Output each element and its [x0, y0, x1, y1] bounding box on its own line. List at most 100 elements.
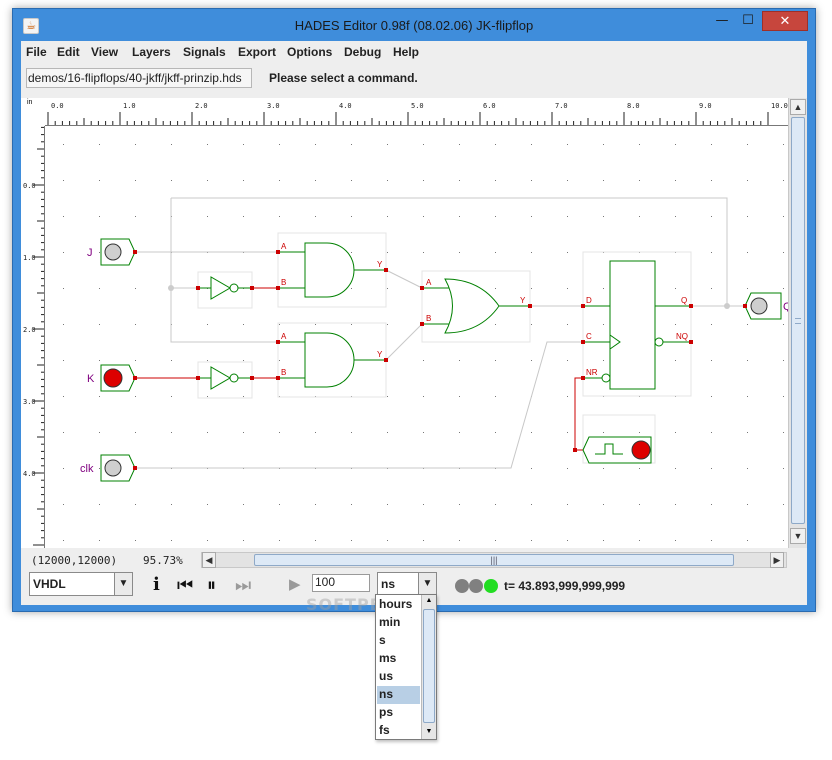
status-led-2: [469, 579, 483, 593]
close-button[interactable]: ✕: [762, 11, 808, 31]
time-unit-select[interactable]: ns ▼: [377, 572, 437, 596]
menu-view[interactable]: View: [91, 45, 118, 59]
dropdown-scroll-thumb[interactable]: [423, 609, 435, 723]
grid-dot: [639, 468, 640, 469]
and-gate-2[interactable]: [276, 332, 388, 388]
inverter-1[interactable]: [196, 276, 254, 300]
grid-dot: [783, 540, 784, 541]
grid-dot: [495, 180, 496, 181]
grid-dot: [279, 216, 280, 217]
input-switch-k[interactable]: [100, 364, 137, 392]
scroll-down-icon[interactable]: ▼: [790, 528, 806, 544]
grid-dot: [531, 144, 532, 145]
scroll-down-icon[interactable]: ▼: [422, 726, 436, 738]
option-ps[interactable]: ps: [377, 704, 420, 722]
rewind-icon[interactable]: ⏮: [177, 575, 193, 595]
grid-dot: [603, 288, 604, 289]
dropdown-scrollbar[interactable]: ▲ ▼: [421, 595, 436, 739]
horizontal-scroll-thumb[interactable]: |||: [254, 554, 734, 566]
chevron-down-icon[interactable]: ▼: [418, 573, 436, 595]
ruler-label: 0.0: [23, 182, 36, 190]
grid-dot: [279, 144, 280, 145]
active-wires: [135, 287, 583, 451]
reset-switch[interactable]: [573, 436, 652, 464]
menu-signals[interactable]: Signals: [183, 45, 226, 59]
grid-dot: [423, 180, 424, 181]
input-switch-j[interactable]: [100, 238, 137, 266]
title-bar[interactable]: ☕ HADES Editor 0.98f (08.02.06) JK-flipf…: [13, 9, 815, 41]
or-gate[interactable]: [420, 278, 532, 334]
horizontal-scrollbar[interactable]: ◀ ||| ▶: [201, 552, 787, 568]
scroll-right-icon[interactable]: ▶: [770, 552, 784, 568]
grid-dot: [459, 216, 460, 217]
language-select[interactable]: VHDL ▼: [29, 572, 133, 596]
ff-port-nq: NQ: [676, 332, 688, 341]
menu-debug[interactable]: Debug: [344, 45, 381, 59]
grid-dot: [99, 180, 100, 181]
grid-dot: [675, 324, 676, 325]
run-steps-input[interactable]: 100: [312, 574, 370, 592]
menu-help[interactable]: Help: [393, 45, 419, 59]
scroll-up-icon[interactable]: ▲: [422, 595, 436, 607]
grid-dot: [135, 504, 136, 505]
ruler-label: 1.0: [123, 102, 136, 110]
d-flipflop[interactable]: [581, 260, 693, 390]
option-hours[interactable]: hours: [377, 596, 420, 614]
menu-edit[interactable]: Edit: [57, 45, 80, 59]
grid-dot: [567, 540, 568, 541]
scroll-up-icon[interactable]: ▲: [790, 99, 806, 115]
menu-export[interactable]: Export: [238, 45, 276, 59]
option-us[interactable]: us: [377, 668, 420, 686]
play-icon[interactable]: ▶: [289, 575, 301, 595]
time-unit-dropdown[interactable]: hours min s ms us ns ps fs ▲ ▼: [375, 594, 437, 740]
grid-dot: [603, 432, 604, 433]
option-s[interactable]: s: [377, 632, 420, 650]
grid-dot: [675, 288, 676, 289]
ruler-label: 3.0: [267, 102, 280, 110]
scroll-left-icon[interactable]: ◀: [202, 552, 216, 568]
info-icon[interactable]: i: [153, 575, 160, 595]
output-probe-q[interactable]: [743, 292, 782, 320]
grid-dot: [495, 432, 496, 433]
grid-dot: [99, 504, 100, 505]
option-ms[interactable]: ms: [377, 650, 420, 668]
grid-dot: [747, 432, 748, 433]
grid-dot: [243, 540, 244, 541]
menu-layers[interactable]: Layers: [132, 45, 171, 59]
grid-dot: [243, 216, 244, 217]
grid-dot: [783, 396, 784, 397]
menu-file[interactable]: File: [26, 45, 47, 59]
option-ns[interactable]: ns: [377, 686, 420, 704]
maximize-button[interactable]: ☐: [735, 11, 761, 31]
fast-forward-icon[interactable]: ⏭: [235, 575, 251, 595]
label-clk: clk: [80, 463, 94, 475]
inverter-2[interactable]: [196, 366, 254, 390]
menu-options[interactable]: Options: [287, 45, 332, 59]
option-fs[interactable]: fs: [377, 722, 420, 740]
schematic-canvas[interactable]: J K clk A B Y A B Y A B Y D C NR Q NQ Q: [45, 126, 788, 548]
input-switch-clk[interactable]: [100, 454, 137, 482]
vertical-scroll-thumb[interactable]: [791, 117, 805, 524]
chevron-down-icon[interactable]: ▼: [114, 573, 132, 595]
grid-dot: [603, 180, 604, 181]
grid-dot: [603, 144, 604, 145]
ruler-label: 6.0: [483, 102, 496, 110]
minimize-button[interactable]: —: [709, 11, 735, 31]
and1-port-y: Y: [377, 260, 383, 269]
canvas-area: in 0.0 1.0 2.0 3.0 4.0 5.0 6.0 7.0 8.0 9.0 10.0 0.…: [21, 98, 807, 548]
grid-dot: [135, 288, 136, 289]
grid-dot: [567, 504, 568, 505]
grid-dot: [495, 288, 496, 289]
vertical-scrollbar[interactable]: ▲ ▼: [788, 98, 807, 548]
grid-dot: [495, 252, 496, 253]
ruler-label: 2.0: [23, 326, 36, 334]
and-gate-1[interactable]: [276, 242, 388, 298]
pause-icon[interactable]: ⏸: [207, 575, 216, 595]
grid-dot: [567, 432, 568, 433]
option-min[interactable]: min: [377, 614, 420, 632]
grid-dot: [567, 252, 568, 253]
grid-dot: [567, 360, 568, 361]
grid-dot: [171, 180, 172, 181]
file-path-field[interactable]: demos/16-flipflops/40-jkff/jkff-prinzip.…: [26, 68, 252, 88]
status-row: (12000,12000) 95.73% ◀ ||| ▶: [21, 551, 807, 569]
